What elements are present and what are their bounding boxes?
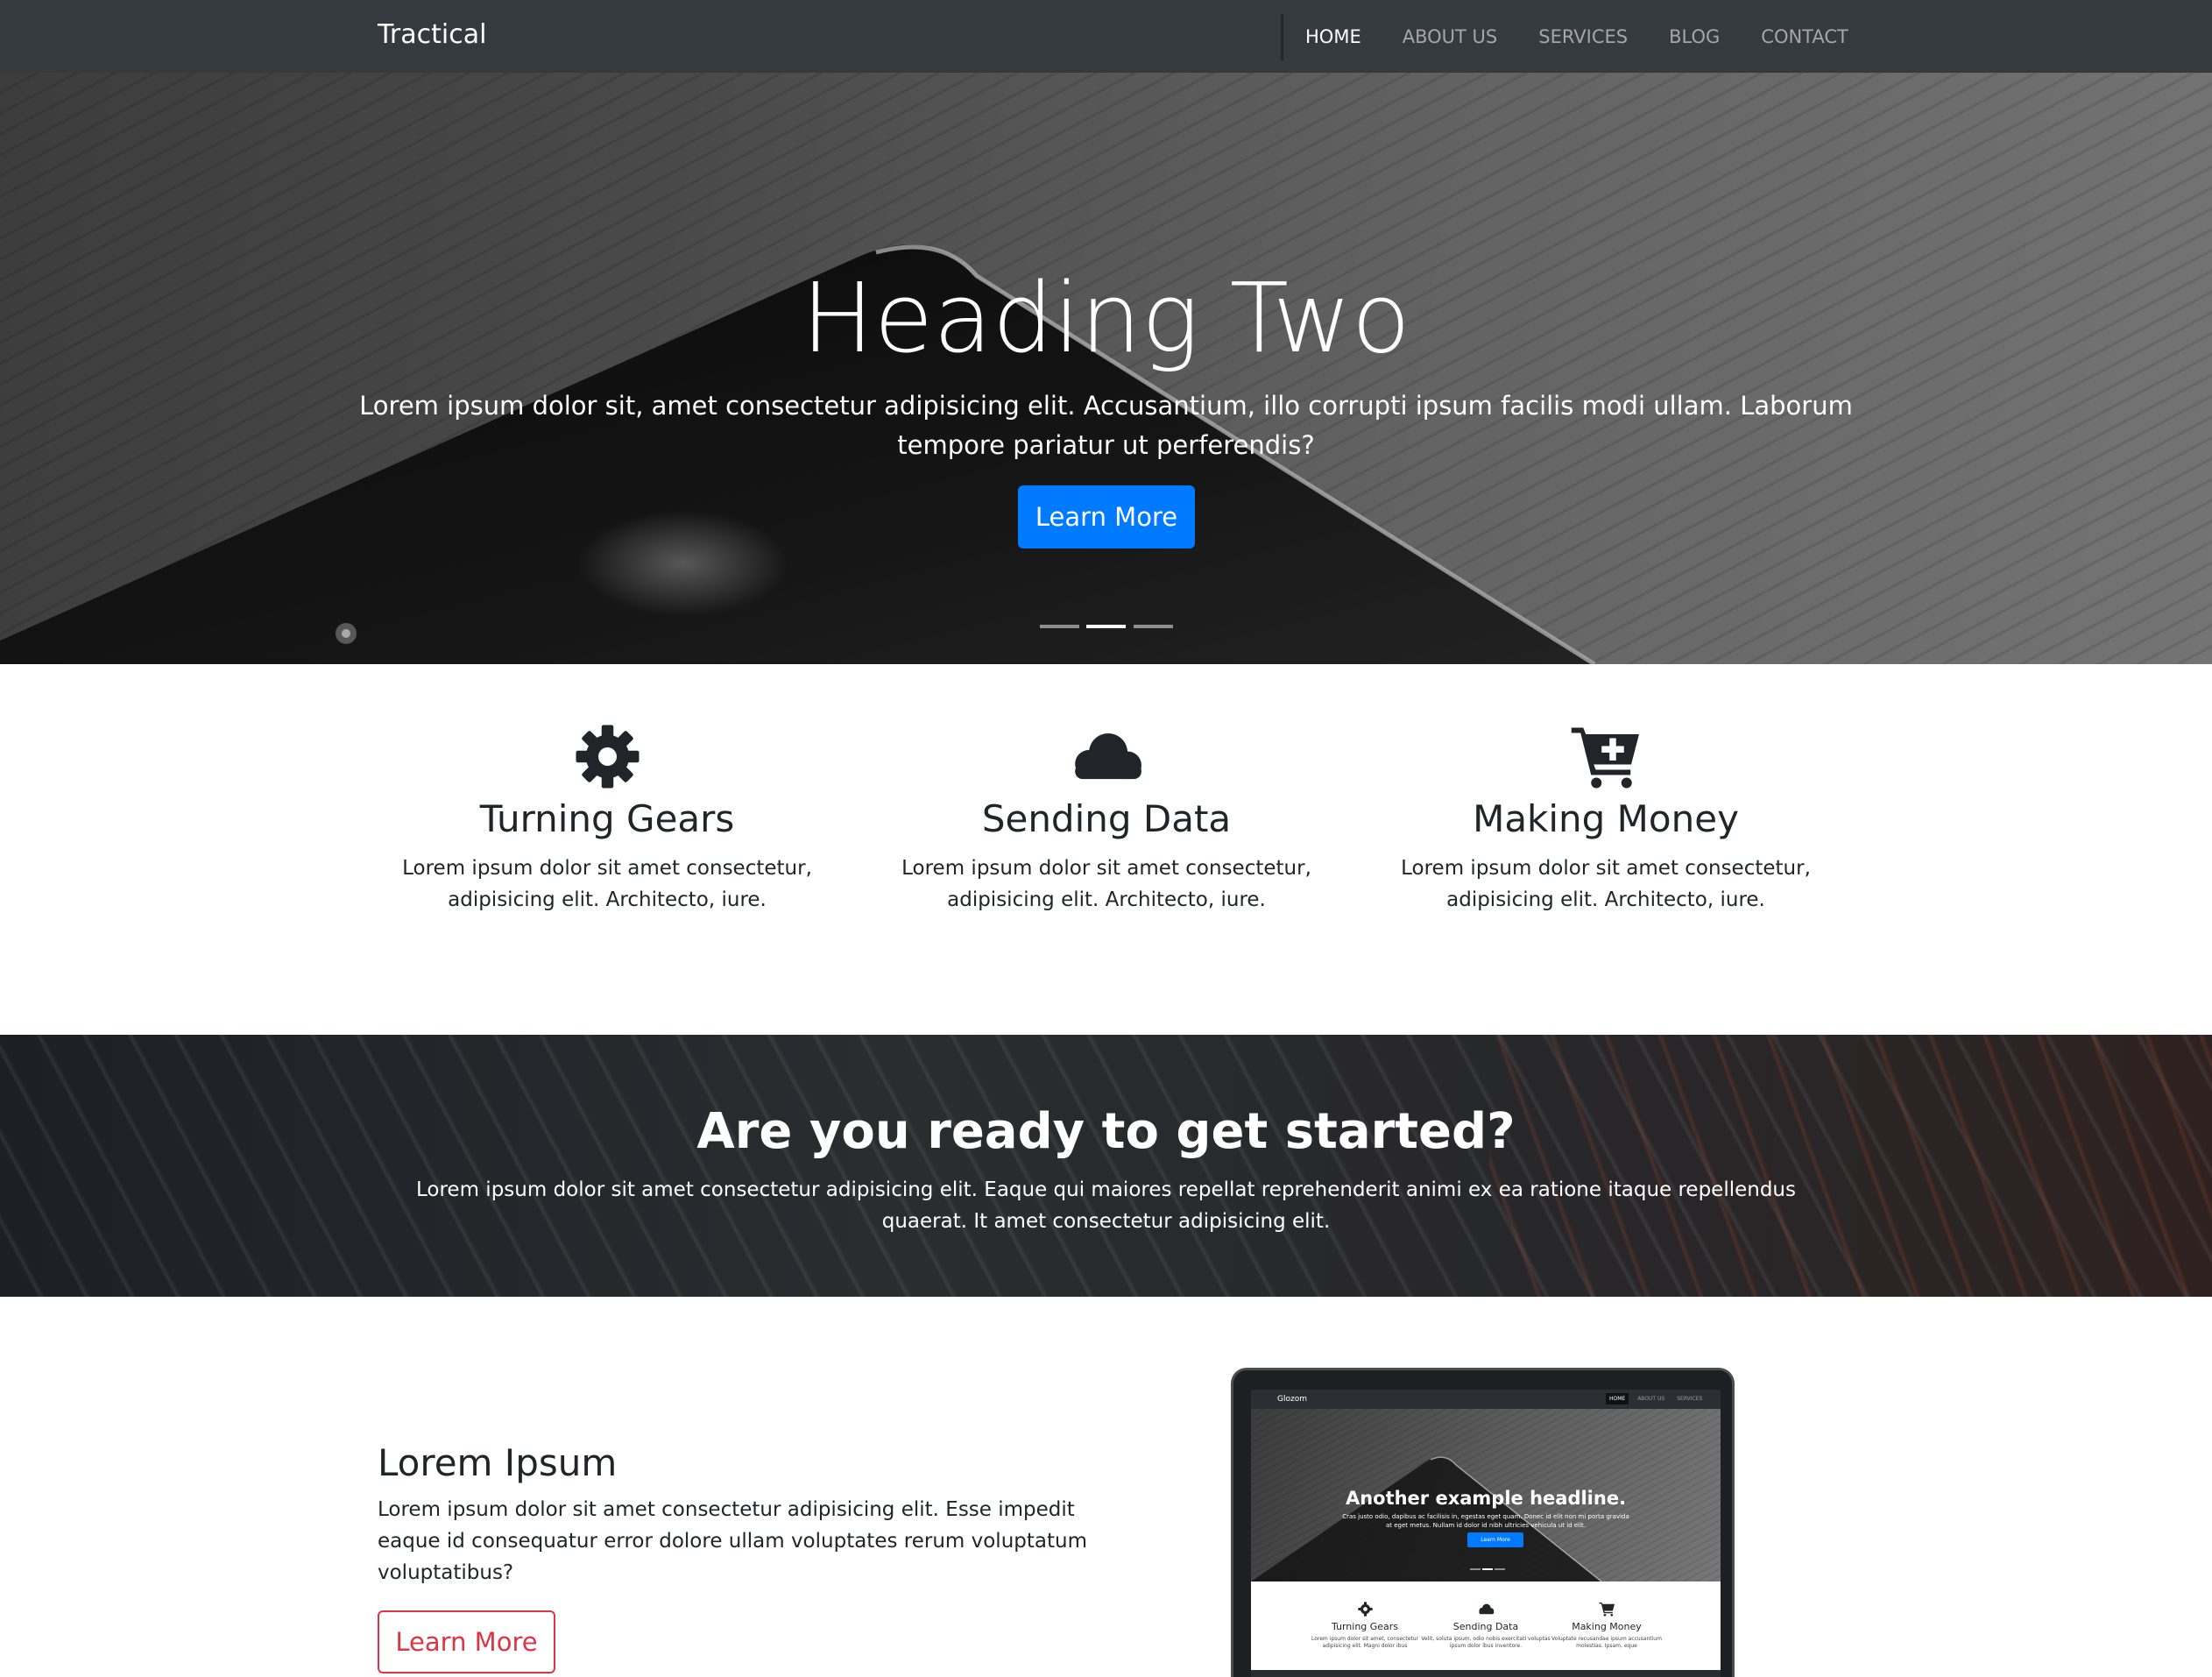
preview-feature-text: Velit, soluta ipsum, odio nobis exercita… [1421,1636,1551,1649]
cta-text: Lorem ipsum dolor sit amet consectetur a… [416,1178,1796,1233]
feature-text: Lorem ipsum dolor sit amet consectetur, … [1401,857,1811,912]
preview-nav-links: HOME ABOUT US SERVICES [1606,1393,1706,1405]
feature-title: Turning Gears [479,797,735,840]
info-title: Lorem Ipsum [378,1441,618,1484]
hero-learn-more-button[interactable]: Learn More [1018,485,1195,548]
preview-cta-strip [1251,1670,1721,1677]
gear-icon [576,725,639,789]
nav-link-home[interactable]: HOME [1305,26,1361,47]
preview-feature-title: Making Money [1572,1621,1642,1632]
preview-nav-home: HOME [1606,1393,1629,1405]
preview-feature-text: Lorem ipsum dolor sit amet, consectetur … [1311,1636,1419,1649]
preview-hero-text: Cras justo odio, dapibus ac facilisis in… [1342,1513,1629,1529]
preview-hero-button: Learn More [1467,1532,1523,1547]
feature-sending-data: Sending Data Lorem ipsum dolor sit amet … [857,724,1356,916]
hero-carousel: Heading Two Lorem ipsum dolor sit, amet … [0,73,2212,664]
info-learn-more-button[interactable]: Learn More [378,1610,555,1673]
feature-text: Lorem ipsum dolor sit amet consectetur, … [402,857,812,912]
laptop-mockup: Glozom HOME ABOUT US SERVICES Another ex… [1231,1368,1735,1677]
nav-link-services[interactable]: SERVICES [1538,26,1628,47]
nav-link-blog[interactable]: BLOG [1669,26,1720,47]
preview-indicator-3 [1495,1568,1505,1570]
preview-navbar: Glozom HOME ABOUT US SERVICES [1251,1390,1721,1409]
navbar: Tractical HOME ABOUT US SERVICES BLOG CO… [0,0,2212,73]
nav-menu: HOME ABOUT US SERVICES BLOG CONTACT [1305,0,1890,73]
info-text: Lorem ipsum dolor sit amet consectetur a… [378,1498,1087,1584]
preview-nav-services: SERVICES [1677,1396,1703,1402]
laptop-screen: Glozom HOME ABOUT US SERVICES Another ex… [1251,1390,1721,1677]
cart-plus-icon [1598,1603,1615,1617]
gear-icon [1357,1602,1373,1617]
features-section: Turning Gears Lorem ipsum dolor sit amet… [0,664,2212,1035]
preview-feature-title: Turning Gears [1331,1621,1399,1632]
feature-turning-gears: Turning Gears Lorem ipsum dolor sit amet… [357,724,857,916]
cloud-icon [1478,1603,1494,1615]
preview-indicator-1 [1470,1568,1481,1570]
carousel-indicator-3[interactable] [1134,625,1173,628]
brand-logo[interactable]: Tractical [378,19,486,50]
preview-hero: Another example headline. Cras justo odi… [1251,1409,1721,1581]
feature-making-money: Making Money Lorem ipsum dolor sit amet … [1356,724,1855,916]
cart-plus-icon [1571,727,1639,789]
preview-brand: Glozom [1277,1395,1307,1404]
preview-feature-sending-data: Sending Data Velit, soluta ipsum, odio n… [1420,1602,1551,1650]
carousel-indicator-1[interactable] [1040,625,1079,628]
cta-banner: Are you ready to get started? Lorem ipsu… [0,1035,2212,1297]
preview-hero-title: Another example headline. [1345,1488,1627,1509]
cta-title: Are you ready to get started? [696,1103,1516,1160]
nav-link-about-us[interactable]: ABOUT US [1403,26,1498,47]
preview-indicator-2 [1482,1568,1493,1570]
feature-title: Sending Data [981,797,1232,840]
preview-feature-making-money: Making Money Voluptate recusandae ipsum … [1541,1602,1672,1650]
preview-feature-title: Sending Data [1452,1621,1519,1632]
feature-text: Lorem ipsum dolor sit amet consectetur, … [901,857,1311,912]
preview-feature-turning-gears: Turning Gears Lorem ipsum dolor sit amet… [1299,1602,1431,1650]
hero-text: Lorem ipsum dolor sit, amet consectetur … [359,391,1853,460]
feature-title: Making Money [1473,797,1739,840]
hero-title: Heading Two [801,262,1411,374]
preview-feature-text: Voluptate recusandae ipsum accusantium m… [1551,1636,1662,1649]
cloud-icon [1074,733,1141,780]
cta-background-light-trails [1489,1035,2212,1297]
nav-link-contact[interactable]: CONTACT [1761,26,1848,47]
preview-nav-about: ABOUT US [1637,1396,1665,1402]
info-section: Lorem Ipsum Lorem ipsum dolor sit amet c… [0,1297,2212,1677]
nav-divider [1281,14,1283,60]
carousel-indicator-2[interactable] [1086,625,1126,628]
